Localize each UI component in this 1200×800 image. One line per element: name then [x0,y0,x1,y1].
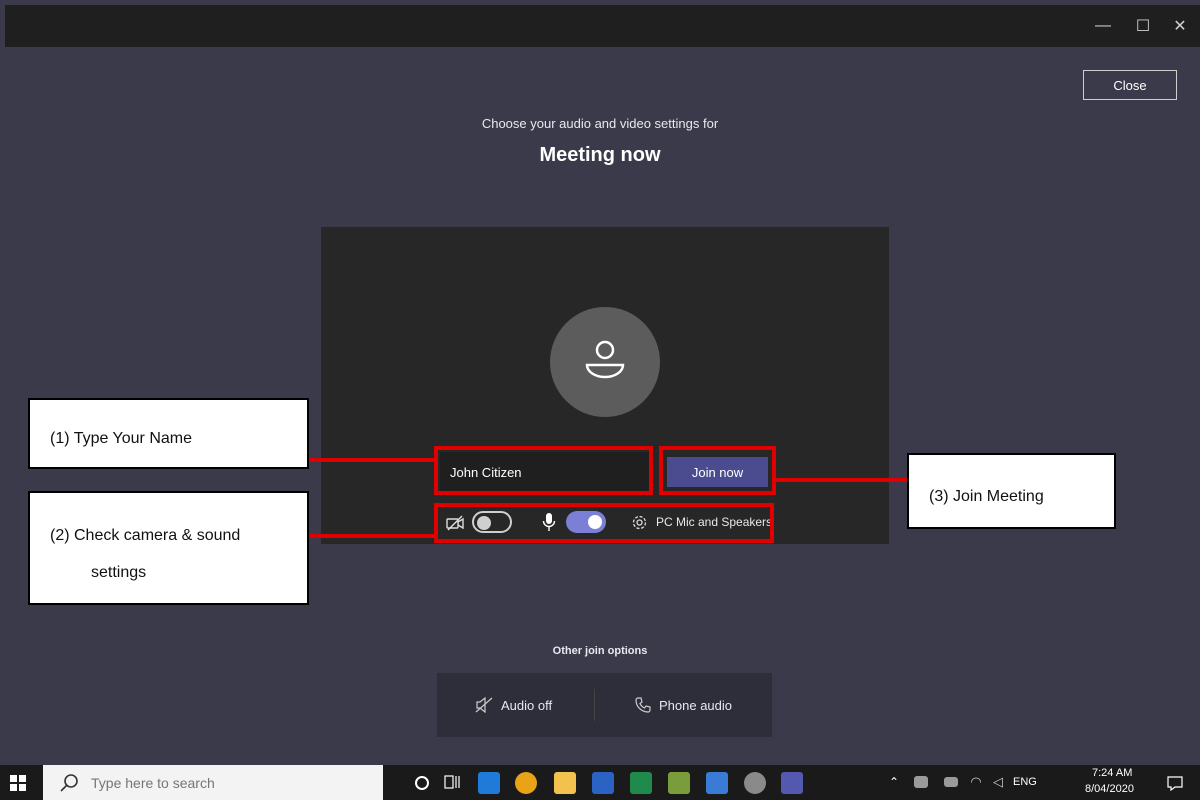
wifi-icon[interactable]: ◠ [968,773,984,791]
tray-chevron-up-icon[interactable]: ⌃ [887,774,901,790]
close-button[interactable]: Close [1083,70,1177,100]
annotation-box-name [434,446,653,495]
annotation-box-devices [434,503,774,543]
clock-date[interactable]: 8/04/2020 [1085,783,1134,795]
task-view-button[interactable] [441,773,463,793]
notification-icon [1167,776,1183,791]
phone-audio-option[interactable]: Phone audio [635,673,732,737]
maximize-button[interactable]: ☐ [1123,5,1163,47]
file-explorer-icon[interactable] [554,772,576,794]
callout-check-settings-line2: settings [91,564,147,581]
annotation-line-devices [309,534,436,538]
app-icon[interactable] [706,772,728,794]
chrome-icon[interactable] [515,772,537,794]
paint-icon[interactable] [668,772,690,794]
callout-type-name: (1) Type Your Name [28,398,309,469]
person-icon [585,340,625,379]
phone-icon [635,697,651,713]
start-button[interactable] [8,773,28,793]
callout-join-meeting-text: (3) Join Meeting [929,488,1044,505]
word-icon[interactable] [592,772,614,794]
annotation-line-name [309,458,436,462]
callout-check-settings: (2) Check camera & sound settings [28,491,309,605]
language-indicator[interactable]: ENG [1013,776,1037,788]
options-divider [594,689,595,721]
taskbar-search-input[interactable] [43,765,383,800]
cortana-button[interactable] [412,773,432,793]
avatar [550,307,660,417]
close-icon: ✕ [1173,18,1187,35]
action-center-button[interactable] [1165,773,1185,793]
app-icon-2[interactable] [744,772,766,794]
excel-icon[interactable] [630,772,652,794]
cortana-icon [415,776,429,790]
audio-off-label: Audio off [501,697,553,713]
search-icon [60,774,78,792]
battery-icon[interactable] [944,777,958,787]
window-titlebar: — ☐ ✕ [5,5,1200,47]
callout-type-name-text: (1) Type Your Name [50,430,193,447]
other-join-options-panel: Audio off Phone audio [437,673,772,737]
windows-logo-icon [10,775,26,791]
speaker-off-icon [475,697,493,713]
windows-taskbar: ⌃ ◠ ◁ ENG 7:24 AM 8/04/2020 [0,765,1200,800]
video-preview-panel [321,227,889,544]
minimize-icon: — [1095,17,1111,34]
meeting-title: Meeting now [539,144,661,166]
task-view-icon [444,775,460,789]
clock-time[interactable]: 7:24 AM [1092,767,1132,779]
maximize-icon: ☐ [1135,18,1151,35]
annotation-line-join [774,478,908,482]
audio-off-option[interactable]: Audio off [475,673,552,737]
annotation-box-join [659,446,776,495]
onedrive-icon[interactable] [914,776,928,788]
callout-check-settings-line1: (2) Check camera & sound [50,527,241,544]
prejoin-subtitle: Choose your audio and video settings for [481,116,719,131]
window-close-button[interactable]: ✕ [1160,5,1200,47]
callout-join-meeting: (3) Join Meeting [907,453,1116,529]
volume-icon[interactable]: ◁ [990,773,1006,791]
edge-icon[interactable] [478,772,500,794]
minimize-button[interactable]: — [1083,5,1123,47]
phone-audio-label: Phone audio [659,697,733,713]
other-join-options-label: Other join options [552,645,648,657]
teams-icon[interactable] [781,772,803,794]
